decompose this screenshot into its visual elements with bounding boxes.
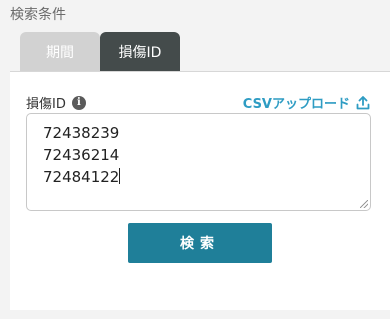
upload-icon (356, 95, 370, 109)
search-form-card: 損傷ID i CSVアップロード 72438239 72436214 72484… (10, 71, 390, 310)
tab-period[interactable]: 期間 (20, 32, 100, 72)
text-caret (119, 168, 121, 184)
search-button[interactable]: 検索 (128, 223, 272, 263)
damage-id-line: 72438239 (43, 124, 120, 142)
search-conditions-panel: 検索条件 期間 損傷ID 損傷ID i CSVアップロード 72438239 7… (0, 0, 390, 319)
info-icon[interactable]: i (71, 95, 86, 110)
tab-period-label: 期間 (46, 45, 74, 61)
damage-id-line: 72436214 (43, 144, 120, 166)
damage-id-line: 72484122 (43, 166, 121, 188)
damage-id-textarea[interactable]: 72438239 72436214 72484122 (26, 113, 371, 211)
damage-id-value: 72484122 (43, 168, 120, 186)
csv-upload-label: CSVアップロード (242, 97, 350, 112)
damage-id-label-row: 損傷ID i (26, 93, 86, 112)
damage-id-list: 72438239 72436214 72484122 (43, 122, 121, 188)
tab-damage-id[interactable]: 損傷ID (100, 32, 180, 72)
damage-id-label: 損傷ID (26, 97, 66, 112)
section-title: 検索条件 (10, 7, 66, 23)
csv-upload-link[interactable]: CSVアップロード (243, 93, 370, 112)
damage-id-value: 72436214 (43, 146, 120, 164)
textarea-resize-handle[interactable] (360, 200, 368, 208)
tab-damage-id-label: 損傷ID (118, 45, 162, 61)
